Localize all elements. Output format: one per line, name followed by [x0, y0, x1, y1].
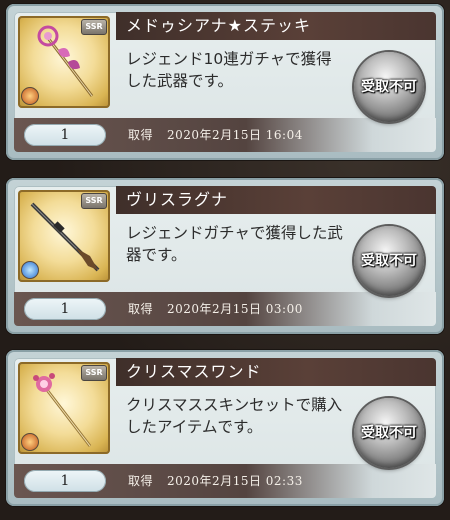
- item-card: ヴリスラグナ SSR レジェンドガチャで獲得した武器です。 1 取得 2020年2…: [6, 178, 444, 334]
- item-description: クリスマススキンセットで購入したアイテムです。: [126, 396, 343, 436]
- item-card-inner: ヴリスラグナ SSR レジェンドガチャで獲得した武器です。 1 取得 2020年2…: [14, 186, 436, 326]
- item-description: レジェンド10連ガチャで獲得した武器です。: [126, 50, 332, 90]
- acquired-date: 2020年2月15日 03:00: [167, 302, 303, 316]
- acquired-info: 取得 2020年2月15日 02:33: [128, 472, 303, 490]
- rarity-badge: SSR: [81, 19, 107, 35]
- item-info-bar: 1 取得 2020年2月15日 03:00: [14, 292, 436, 326]
- acquired-label: 取得: [128, 128, 154, 142]
- item-thumbnail[interactable]: SSR: [18, 362, 110, 454]
- item-card: クリスマスワンド SSR クリスマススキンセットで購入したアイテムです。 1 取…: [6, 350, 444, 506]
- item-description: レジェンドガチャで獲得した武器です。: [126, 224, 343, 264]
- quantity-display: 1: [24, 470, 106, 492]
- rarity-badge: SSR: [81, 365, 107, 381]
- acquired-info: 取得 2020年2月15日 16:04: [128, 126, 303, 144]
- acquired-label: 取得: [128, 474, 154, 488]
- quantity-display: 1: [24, 298, 106, 320]
- receive-button[interactable]: 受取不可: [354, 226, 424, 296]
- receive-button[interactable]: 受取不可: [354, 398, 424, 468]
- item-card-inner: メドゥシアナ★ステッキ SSR レジェンド10連ガチャで獲得した武器です。 1 …: [14, 12, 436, 152]
- acquired-info: 取得 2020年2月15日 03:00: [128, 300, 303, 318]
- quantity-display: 1: [24, 124, 106, 146]
- receive-button[interactable]: 受取不可: [354, 52, 424, 122]
- item-card: メドゥシアナ★ステッキ SSR レジェンド10連ガチャで獲得した武器です。 1 …: [6, 4, 444, 160]
- fire-element-icon: [21, 87, 39, 105]
- item-info-bar: 1 取得 2020年2月15日 16:04: [14, 118, 436, 152]
- item-card-inner: クリスマスワンド SSR クリスマススキンセットで購入したアイテムです。 1 取…: [14, 358, 436, 498]
- item-info-bar: 1 取得 2020年2月15日 02:33: [14, 464, 436, 498]
- water-element-icon: [21, 261, 39, 279]
- item-name: クリスマスワンド: [116, 358, 436, 386]
- fire-element-icon: [21, 433, 39, 451]
- item-name: ヴリスラグナ: [116, 186, 436, 214]
- rarity-badge: SSR: [81, 193, 107, 209]
- acquired-label: 取得: [128, 302, 154, 316]
- item-thumbnail[interactable]: SSR: [18, 190, 110, 282]
- item-thumbnail[interactable]: SSR: [18, 16, 110, 108]
- acquired-date: 2020年2月15日 16:04: [167, 128, 303, 142]
- item-name: メドゥシアナ★ステッキ: [116, 12, 436, 40]
- acquired-date: 2020年2月15日 02:33: [167, 474, 303, 488]
